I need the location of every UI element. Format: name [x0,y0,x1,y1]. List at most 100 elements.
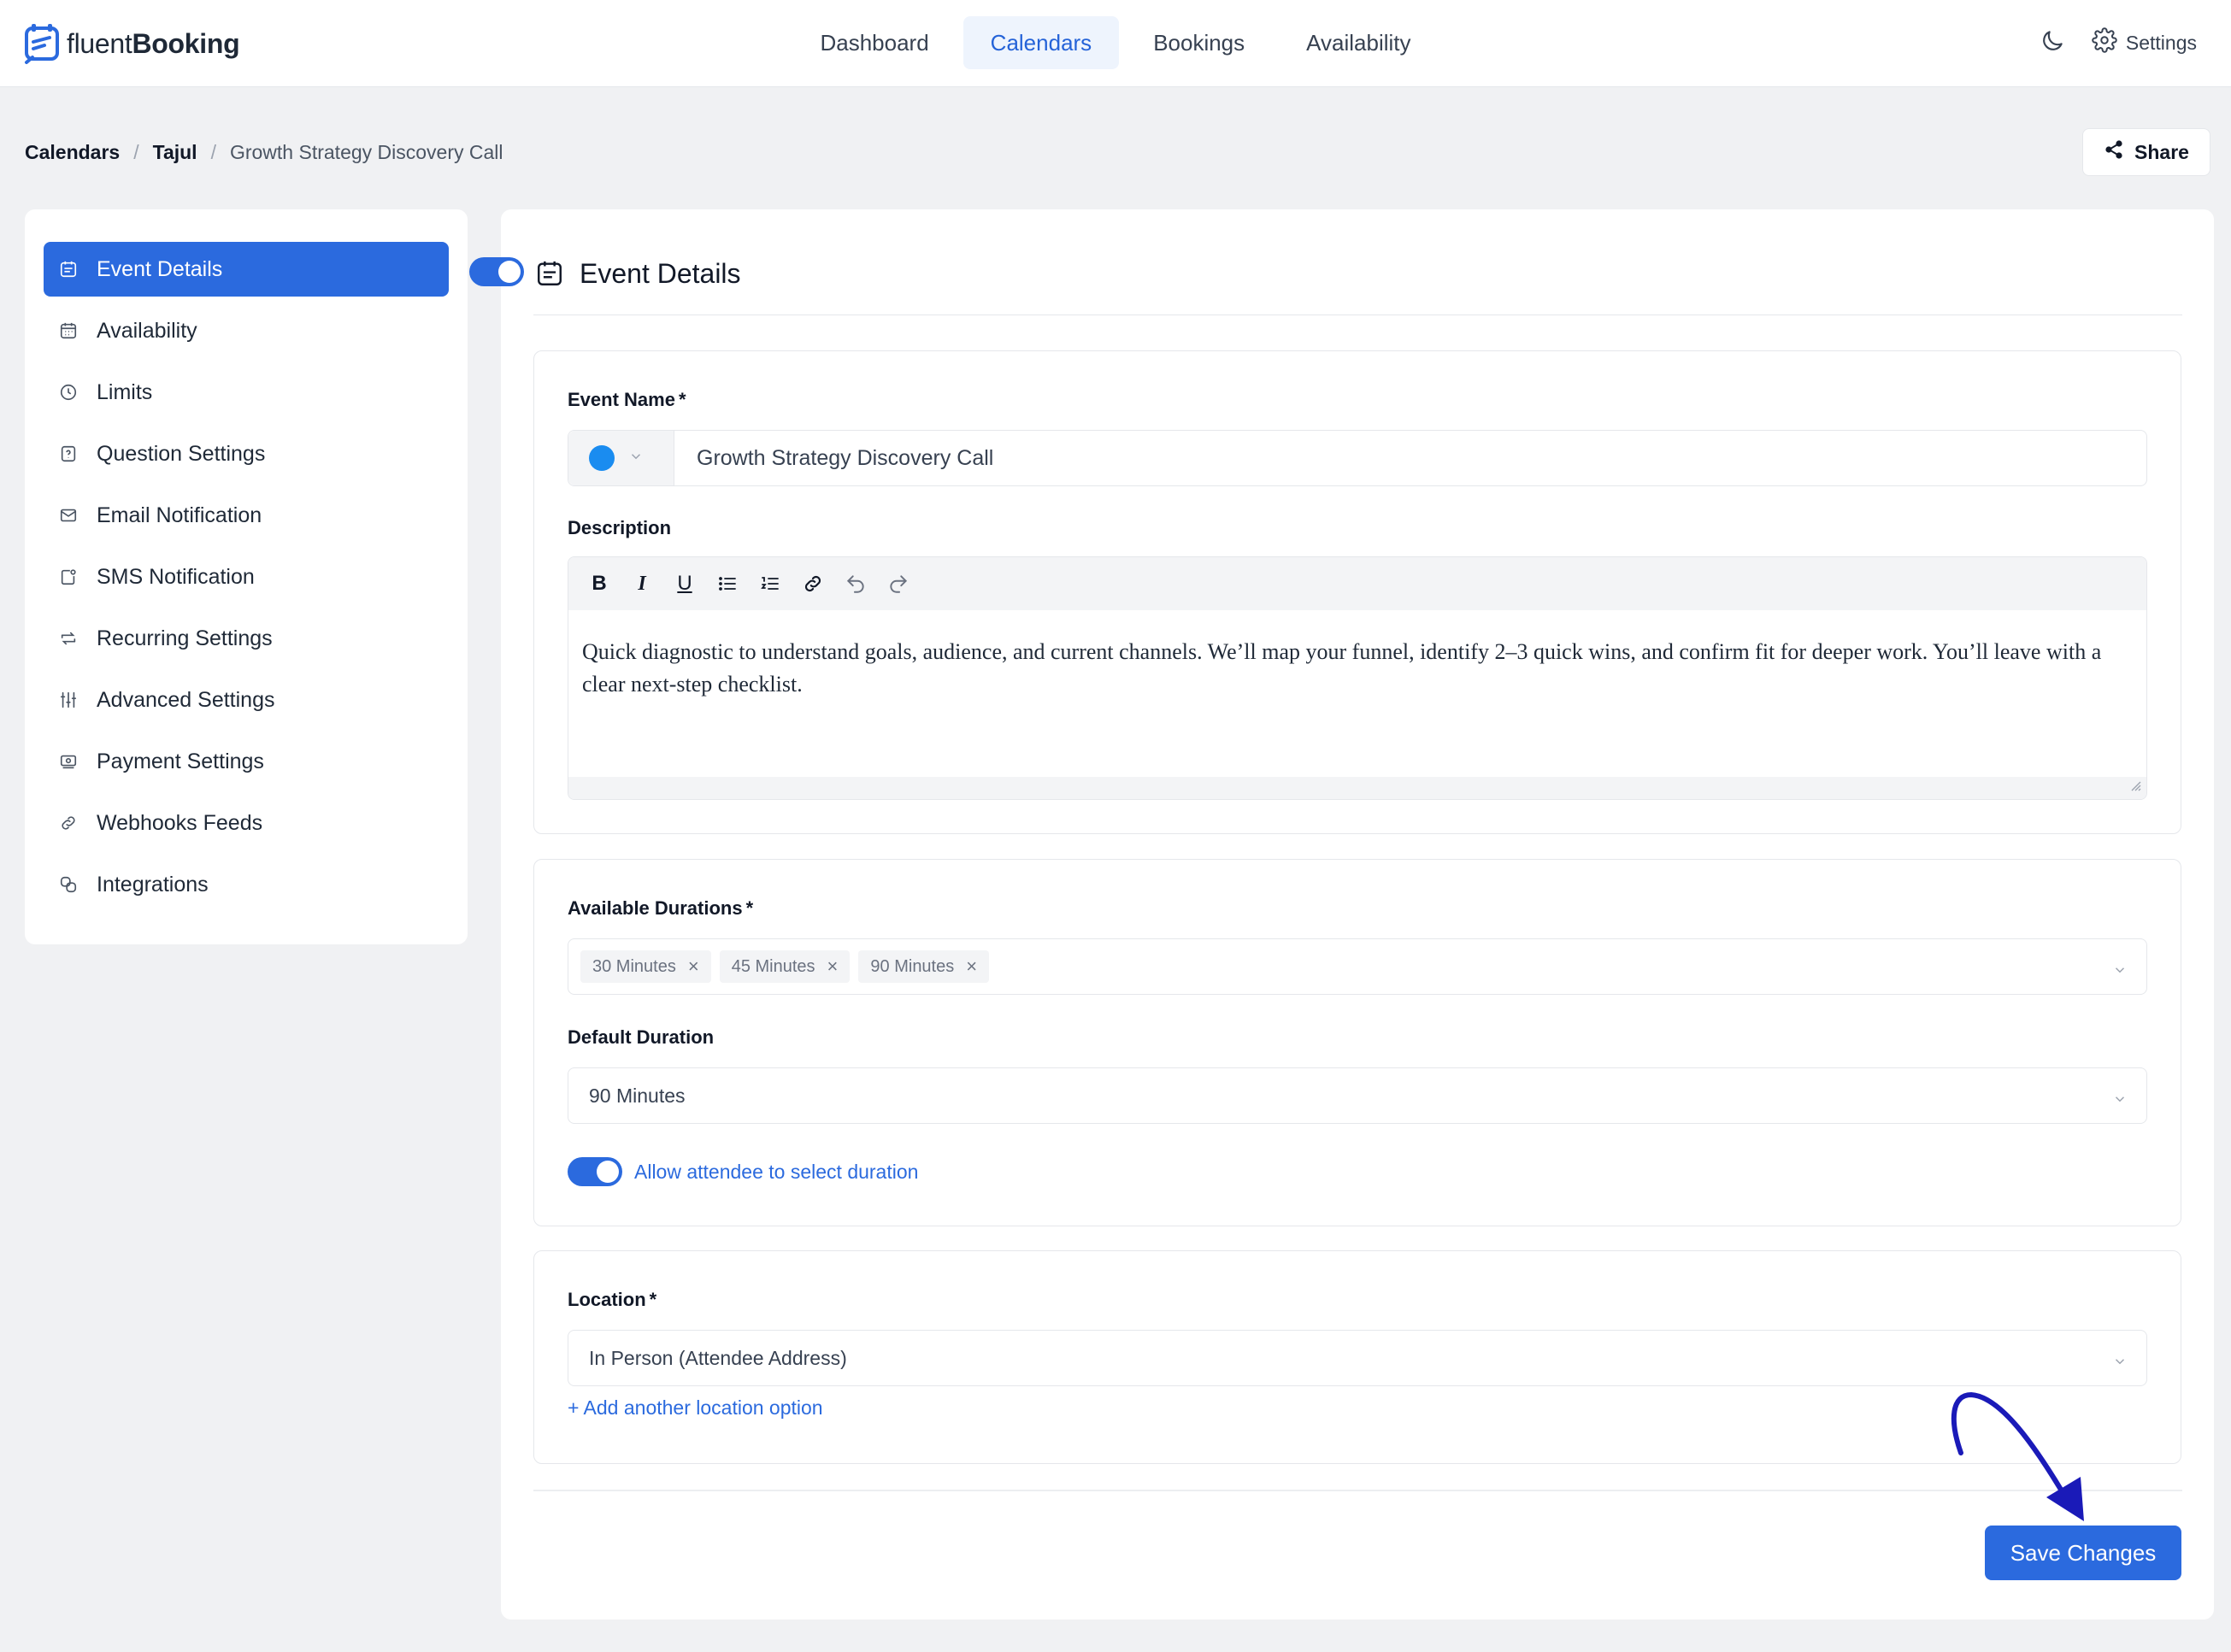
sliders-icon [57,689,79,711]
nav-bookings[interactable]: Bookings [1126,16,1272,69]
duration-tag: 45 Minutes × [719,950,851,983]
sidebar-item-label: SMS Notification [97,564,255,589]
sidebar-item-recurring-settings[interactable]: Recurring Settings [44,611,449,666]
sidebar-item-label: Email Notification [97,503,262,527]
chevron-down-icon [2112,1351,2128,1374]
undo-icon[interactable] [842,570,869,597]
sidebar-item-label: Question Settings [97,441,266,466]
allow-select-duration-toggle[interactable] [568,1157,622,1186]
breadcrumb-current: Growth Strategy Discovery Call [229,140,503,163]
clock-icon [57,381,79,403]
page-title: Event Details [580,257,741,289]
sidebar-item-question-settings[interactable]: Question Settings [44,426,449,481]
top-navigation-bar: fluentBooking Dashboard Calendars Bookin… [0,0,2231,87]
breadcrumb: Calendars / Tajul / Growth Strategy Disc… [25,138,503,166]
location-value: In Person (Attendee Address) [589,1346,847,1369]
nav-dashboard[interactable]: Dashboard [792,16,956,69]
sidebar-item-label: Limits [97,379,153,404]
add-location-link[interactable]: + Add another location option [568,1396,823,1420]
underline-icon[interactable]: U [671,570,698,597]
sidebar-item-label: Integrations [97,872,209,897]
sidebar-item-webhooks-feeds[interactable]: Webhooks Feeds [44,796,449,850]
sidebar-item-event-details[interactable]: Event Details [44,242,449,297]
location-label: Location * [568,1289,657,1310]
integrations-icon [57,873,79,896]
sidebar-item-sms-notification[interactable]: SMS Notification [44,550,449,604]
sidebar-item-label: Payment Settings [97,749,264,773]
sidebar-item-integrations[interactable]: Integrations [44,857,449,912]
event-enabled-toggle[interactable] [469,257,524,286]
default-duration-value: 90 Minutes [589,1084,686,1107]
default-duration-select[interactable]: 90 Minutes [568,1067,2147,1124]
durations-card: Available Durations * 30 Minutes × 45 Minu… [533,859,2181,1226]
settings-sidebar: Event Details Availability Limits Questi… [25,209,468,944]
event-name-field: Growth Strategy Discovery Call [568,430,2147,486]
sidebar-item-label: Recurring Settings [97,626,273,650]
close-icon[interactable]: × [966,955,977,978]
nav-availability[interactable]: Availability [1279,16,1438,69]
breadcrumb-calendar-name[interactable]: Tajul [153,141,197,164]
chevron-down-icon [628,449,644,468]
chevron-down-icon [2112,1089,2128,1112]
save-changes-button[interactable]: Save Changes [1985,1526,2181,1580]
bold-icon[interactable]: B [586,570,613,597]
redo-icon[interactable] [885,570,912,597]
share-icon [2104,139,2124,165]
event-color-swatch [589,445,615,471]
default-duration-label: Default Duration [568,1026,715,1048]
event-name-input[interactable]: Growth Strategy Discovery Call [674,431,2146,485]
resize-handle-icon[interactable] [2128,778,2141,796]
panel-header: Event Details [535,254,741,293]
sidebar-item-limits[interactable]: Limits [44,365,449,420]
sidebar-item-label: Advanced Settings [97,687,275,712]
share-label: Share [2134,140,2189,163]
event-icon [57,258,79,280]
sidebar-item-advanced-settings[interactable]: Advanced Settings [44,673,449,727]
sidebar-item-payment-settings[interactable]: Payment Settings [44,734,449,789]
link-icon[interactable] [799,570,827,597]
top-right-actions: Settings [2039,24,2197,62]
sidebar-item-label: Availability [97,318,197,343]
close-icon[interactable]: × [827,955,839,978]
editor-status-bar [568,777,2146,799]
event-info-card: Event Name * Growth Strategy Discovery Ca… [533,350,2181,834]
sidebar-item-label: Webhooks Feeds [97,810,263,835]
close-icon[interactable]: × [688,955,699,978]
available-durations-label: Available Durations * [568,897,754,919]
nav-calendars[interactable]: Calendars [962,16,1120,69]
allow-select-duration: Allow attendee to select duration [568,1157,918,1186]
description-text[interactable]: Quick diagnostic to understand goals, au… [582,636,2112,701]
calendar-icon [57,320,79,342]
mail-icon [57,504,79,526]
available-durations-select[interactable]: 30 Minutes × 45 Minutes × 90 Minutes × [568,938,2147,995]
settings-link[interactable]: Settings [2092,27,2197,58]
sidebar-item-label: Event Details [97,256,223,281]
footer-divider [533,1490,2182,1491]
event-name-label: Event Name * [568,389,686,410]
description-editor: B I U Quick diagnostic to understand goa… [568,556,2147,800]
editor-toolbar: B I U [568,557,2146,610]
allow-select-duration-label[interactable]: Allow attendee to select duration [634,1161,918,1184]
italic-icon[interactable]: I [628,570,656,597]
chevron-down-icon [2112,960,2128,983]
settings-label: Settings [2125,31,2197,54]
sidebar-item-availability[interactable]: Availability [44,303,449,358]
repeat-icon [57,627,79,650]
annotation-arrow-icon [1951,1391,2084,1521]
main-nav: Dashboard Calendars Bookings Availabilit… [0,16,2231,69]
event-color-picker[interactable] [568,431,674,485]
breadcrumb-separator: / [210,140,216,163]
sidebar-item-email-notification[interactable]: Email Notification [44,488,449,543]
payment-icon [57,750,79,773]
location-select[interactable]: In Person (Attendee Address) [568,1330,2147,1386]
dark-mode-icon[interactable] [2039,27,2066,59]
breadcrumb-calendars[interactable]: Calendars [25,141,120,164]
numbered-list-icon[interactable] [756,570,784,597]
link-icon [57,812,79,834]
sms-icon [57,566,79,588]
share-button[interactable]: Share [2082,128,2210,176]
bullet-list-icon[interactable] [714,570,741,597]
location-card: Location * In Person (Attendee Address) +… [533,1250,2181,1464]
description-label: Description [568,517,672,538]
duration-tag: 30 Minutes × [580,950,711,983]
